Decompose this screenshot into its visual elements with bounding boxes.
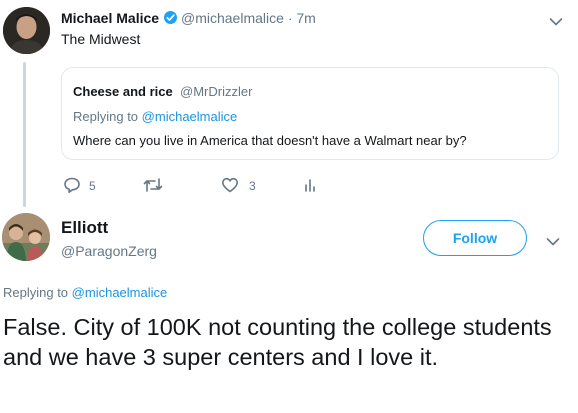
reply-icon bbox=[63, 176, 81, 197]
avatar[interactable] bbox=[2, 213, 50, 261]
reply-count: 5 bbox=[89, 179, 96, 193]
verified-badge-icon bbox=[164, 11, 177, 24]
tweet-author-handle[interactable]: @michaelmalice · 7m bbox=[181, 10, 316, 26]
like-count: 3 bbox=[249, 179, 256, 193]
replying-to-handle-link[interactable]: @michaelmalice bbox=[72, 285, 168, 300]
tweet-text: The Midwest bbox=[61, 31, 141, 47]
analytics-icon bbox=[303, 176, 317, 197]
quoted-author-handle[interactable]: @MrDrizzler bbox=[180, 84, 252, 99]
reply-author-name[interactable]: Elliott bbox=[61, 218, 108, 238]
avatar[interactable] bbox=[3, 7, 50, 54]
quoted-replying-to: Replying to @michaelmalice bbox=[73, 109, 237, 124]
tweet-handle-text[interactable]: @michaelmalice bbox=[181, 10, 284, 26]
replying-to: Replying to @michaelmalice bbox=[3, 285, 167, 300]
retweet-icon bbox=[143, 176, 163, 197]
retweet-button[interactable] bbox=[143, 176, 163, 196]
dot-separator: · bbox=[287, 10, 293, 26]
reply-tweet-text: False. City of 100K not counting the col… bbox=[3, 314, 552, 370]
reply-button[interactable]: 5 bbox=[63, 176, 96, 196]
tweet-author-name[interactable]: Michael Malice bbox=[61, 10, 159, 26]
chevron-down-icon[interactable] bbox=[549, 14, 563, 26]
thread-connector-line bbox=[23, 62, 26, 207]
like-button[interactable]: 3 bbox=[221, 176, 256, 196]
quoted-author-name[interactable]: Cheese and rice bbox=[73, 84, 173, 99]
heart-icon bbox=[221, 176, 239, 197]
analytics-button[interactable] bbox=[303, 176, 317, 196]
reply-author-handle[interactable]: @ParagonZerg bbox=[61, 243, 157, 259]
tweet-timestamp[interactable]: 7m bbox=[296, 10, 315, 26]
replying-to-label: Replying to bbox=[73, 109, 139, 124]
chevron-down-icon[interactable] bbox=[546, 234, 560, 246]
replying-to-label: Replying to bbox=[3, 285, 69, 300]
quoted-tweet-text: Where can you live in America that doesn… bbox=[73, 133, 467, 148]
follow-button[interactable]: Follow bbox=[423, 220, 527, 256]
replying-to-handle-link[interactable]: @michaelmalice bbox=[142, 109, 238, 124]
